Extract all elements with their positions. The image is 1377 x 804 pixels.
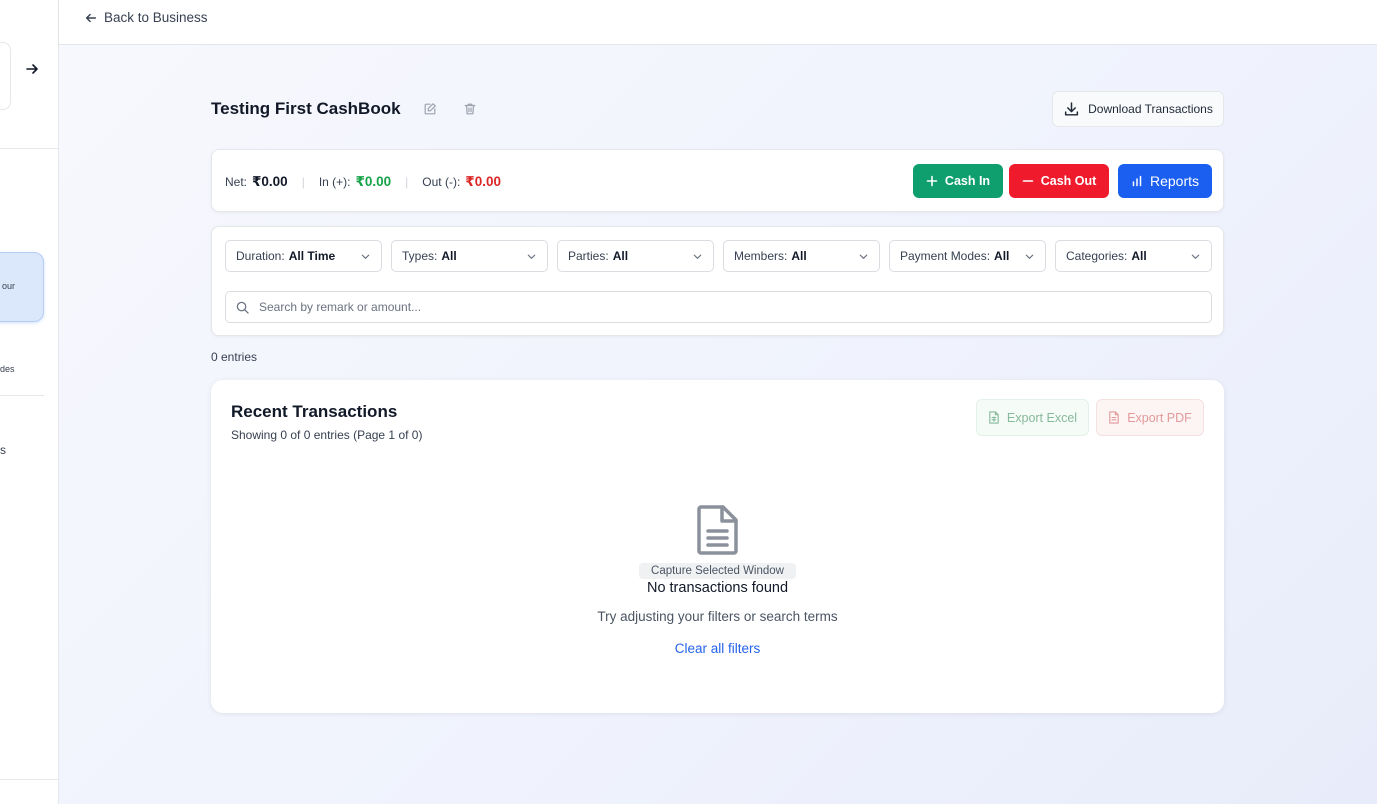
edit-icon (424, 103, 436, 115)
in-value: ₹0.00 (355, 174, 392, 189)
arrow-right-icon[interactable] (24, 61, 40, 77)
transactions-card: Recent Transactions Showing 0 of 0 entri… (211, 380, 1224, 713)
chevron-down-icon (1191, 254, 1200, 259)
plus-icon (926, 175, 938, 187)
chevron-down-icon (1025, 254, 1034, 259)
net-label: Net: (225, 175, 248, 189)
file-text-icon (1109, 411, 1119, 424)
in-label: In (+): (318, 175, 351, 189)
chevron-down-icon (527, 254, 536, 259)
sidebar-item-label[interactable]: s (0, 443, 6, 457)
reports-label: Reports (1149, 173, 1200, 189)
search-icon (236, 301, 249, 314)
filter-card: Duration: All Time Types: All Parties: All … (211, 226, 1224, 336)
filter-value: All (994, 249, 1010, 263)
net-value: ₹0.00 (252, 174, 288, 189)
transactions-subtitle: Showing 0 of 0 entries (Page 1 of 0) (231, 428, 423, 442)
filter-value: All (1131, 249, 1147, 263)
filter-duration[interactable]: Duration: All Time (225, 240, 382, 272)
back-link-label: Back to Business (104, 10, 208, 25)
delete-cashbook-button[interactable] (460, 99, 480, 119)
filter-categories[interactable]: Categories: All (1055, 240, 1212, 272)
arrow-left-icon (85, 13, 97, 22)
cash-in-label: Cash In (944, 174, 991, 188)
search-box[interactable] (225, 291, 1212, 323)
sidebar-item-label: our (2, 281, 16, 291)
filter-label: Categories: (1066, 249, 1128, 263)
sidebar-divider (0, 395, 44, 396)
filter-types[interactable]: Types: All (391, 240, 548, 272)
reports-button[interactable]: Reports (1118, 164, 1212, 198)
edit-cashbook-button[interactable] (420, 99, 440, 119)
filter-label: Types: (402, 249, 438, 263)
separator: | (405, 175, 409, 189)
download-transactions-button[interactable]: Download Transactions (1052, 91, 1224, 127)
filter-value: All (791, 249, 807, 263)
filter-payment-modes[interactable]: Payment Modes: All (889, 240, 1046, 272)
download-icon (1065, 101, 1079, 116)
separator: | (301, 175, 305, 189)
filter-members[interactable]: Members: All (723, 240, 880, 272)
sidebar-divider (0, 148, 58, 149)
chevron-down-icon (361, 254, 370, 259)
export-pdf-button[interactable]: Export PDF (1096, 399, 1204, 436)
capture-window-tooltip: Capture Selected Window (639, 563, 796, 579)
sidebar: our des s (0, 0, 59, 804)
empty-state: Capture Selected Window No transactions … (211, 504, 1224, 658)
filter-label: Members: (734, 249, 788, 263)
download-transactions-label: Download Transactions (1088, 102, 1213, 116)
search-input[interactable] (259, 300, 1159, 314)
sidebar-business-card[interactable] (0, 42, 11, 110)
minus-icon (1022, 180, 1034, 182)
top-bar: Back to Business (59, 0, 1377, 45)
filter-label: Duration: (236, 249, 285, 263)
filter-value: All Time (288, 249, 336, 263)
chevron-down-icon (859, 254, 868, 259)
transactions-title: Recent Transactions (231, 402, 398, 421)
bar-chart-icon (1132, 175, 1142, 187)
balance-summary: Net: ₹0.00 | In (+): ₹0.00 | Out (-): ₹0… (225, 174, 501, 190)
sidebar-item-label[interactable]: des (0, 364, 15, 374)
filter-parties[interactable]: Parties: All (557, 240, 714, 272)
trash-icon (464, 103, 475, 115)
back-to-business-link[interactable]: Back to Business (84, 10, 208, 25)
entries-count: 0 entries (211, 350, 258, 364)
clear-filters-link[interactable]: Clear all filters (675, 641, 761, 656)
out-value: ₹0.00 (465, 174, 501, 189)
main-content: Testing First CashBook Download Transact… (59, 45, 1377, 804)
export-excel-label: Export Excel (1006, 410, 1078, 425)
chevron-down-icon (693, 254, 702, 259)
document-icon (696, 505, 738, 555)
filter-label: Payment Modes: (900, 249, 991, 263)
page-header: Testing First CashBook (211, 99, 480, 119)
sidebar-item-active[interactable]: our (0, 252, 44, 322)
export-excel-button[interactable]: Export Excel (976, 399, 1089, 436)
empty-state-title: No transactions found (646, 580, 789, 596)
cash-out-button[interactable]: Cash Out (1009, 164, 1109, 198)
filter-value: All (441, 249, 457, 263)
page-title: Testing First CashBook (211, 99, 401, 118)
cash-out-label: Cash Out (1040, 174, 1097, 188)
out-label: Out (-): (422, 175, 461, 189)
empty-state-hint: Try adjusting your filters or search ter… (597, 609, 838, 624)
summary-card: Net: ₹0.00 | In (+): ₹0.00 | Out (-): ₹0… (211, 149, 1224, 212)
filter-value: All (612, 249, 629, 263)
filter-label: Parties: (568, 249, 609, 263)
sidebar-divider (0, 779, 58, 780)
export-pdf-label: Export PDF (1127, 410, 1192, 425)
file-spreadsheet-icon (989, 411, 999, 424)
cash-in-button[interactable]: Cash In (913, 164, 1003, 198)
